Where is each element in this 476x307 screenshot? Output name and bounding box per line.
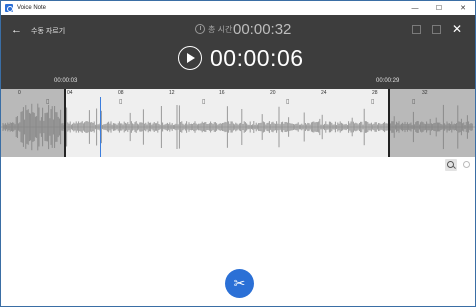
bookmark-marker-icon: ▯ (46, 99, 50, 105)
bookmark-marker-icon: ▯ (371, 99, 375, 105)
minimize-button[interactable]: — (403, 1, 427, 15)
maximize-button[interactable]: ☐ (427, 1, 451, 15)
ruler-tick: 16 (219, 90, 225, 96)
back-arrow-icon[interactable]: ← (11, 24, 22, 36)
ruler-tick: 0 (18, 90, 21, 96)
cut-button[interactable]: ✂ (225, 269, 254, 298)
total-time-value: 00:00:32 (233, 21, 292, 38)
trimmed-region-start (1, 89, 65, 157)
trim-start-time: 00:00:03 (54, 78, 78, 84)
trim-start-handle[interactable] (64, 89, 66, 157)
ruler-tick: 12 (169, 90, 175, 96)
trim-range-bar: 00:00:03 00:00:29 (1, 77, 475, 89)
ruler-tick: 32 (422, 90, 428, 96)
ruler-tick: 04 (67, 90, 73, 96)
zoom-out-icon[interactable] (461, 159, 473, 171)
ruler-tick: 08 (118, 90, 124, 96)
window-close-button[interactable]: ✕ (451, 1, 475, 15)
bookmark-marker-icon: ▯ (412, 99, 416, 105)
ruler-tick: 20 (270, 90, 276, 96)
trim-header: ← 수동 자르기 총 시간 00:00:32 00:00:06 ✕ (1, 15, 475, 77)
title-bar: Voice Note — ☐ ✕ (1, 1, 475, 15)
window-controls: — ☐ ✕ (403, 1, 475, 15)
trim-end-time: 00:00:29 (376, 78, 400, 84)
close-trim-icon[interactable]: ✕ (452, 22, 462, 36)
ruler-tick: 28 (372, 90, 378, 96)
bookmark-marker-icon: ▯ (202, 99, 206, 105)
scissors-icon: ✂ (233, 275, 246, 291)
playhead-cursor[interactable] (100, 97, 101, 157)
window-title: Voice Note (17, 5, 47, 11)
ruler-tick: 24 (321, 90, 327, 96)
bookmark-marker-icon: ▯ (119, 99, 123, 105)
bookmark-marker-icon: ▯ (286, 99, 290, 105)
clock-icon (195, 24, 205, 34)
bookmark-icon[interactable] (412, 25, 421, 34)
page-title: 수동 자르기 (31, 28, 66, 35)
total-time-label: 총 시간 (208, 25, 233, 34)
app-window: Voice Note — ☐ ✕ ← 수동 자르기 총 시간 00:00:32 … (0, 0, 476, 307)
voice-note-app-icon (5, 4, 13, 12)
waveform-area[interactable]: 0 04 08 12 16 20 24 28 32 ▯ ▯ ▯ ▯ ▯ ▯ (1, 89, 475, 157)
trim-end-handle[interactable] (388, 89, 390, 157)
zoom-in-icon[interactable] (445, 159, 457, 171)
share-icon[interactable] (432, 25, 441, 34)
trimmed-region-end (389, 89, 475, 157)
current-time-value: 00:00:06 (210, 45, 304, 71)
play-button[interactable] (178, 46, 202, 70)
